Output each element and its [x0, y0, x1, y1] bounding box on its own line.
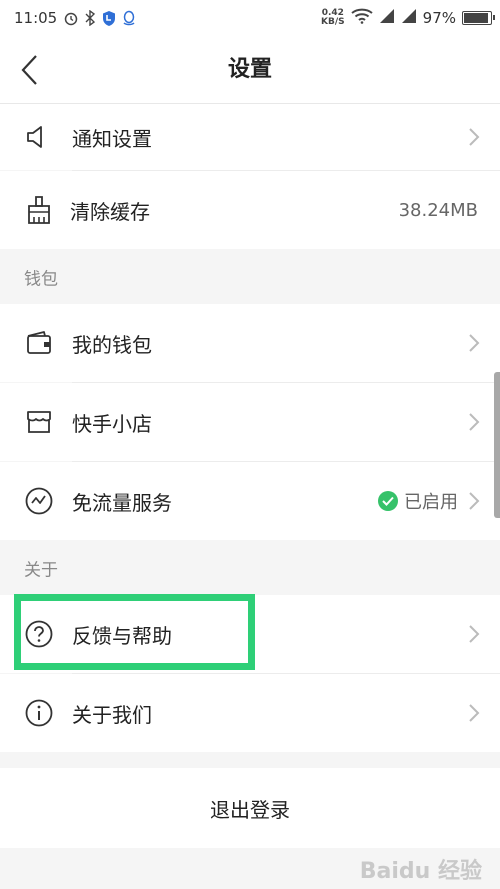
status-time: 11:05	[14, 9, 58, 27]
highlight-box	[14, 594, 255, 670]
chevron-right-icon	[469, 334, 480, 352]
network-speed-unit: KB/S	[321, 17, 345, 27]
watermark: Baidu 经验	[359, 859, 482, 884]
shop-icon	[24, 407, 54, 437]
broom-icon	[24, 195, 54, 225]
network-speed: 0.42 KB/S	[321, 9, 345, 27]
speaker-icon	[24, 122, 54, 152]
settings-item-label: 通知设置	[72, 126, 152, 151]
battery-icon	[462, 11, 495, 25]
settings-item-about-us[interactable]: 关于我们	[0, 674, 500, 752]
settings-item-label: 免流量服务	[72, 490, 172, 515]
wallet-icon	[24, 328, 54, 358]
signal-4g-icon	[401, 8, 417, 28]
bluetooth-icon	[84, 10, 96, 26]
alarm-icon	[63, 10, 79, 26]
settings-item-clear-cache[interactable]: 清除缓存 38.24MB	[0, 171, 500, 249]
shield-icon	[101, 10, 117, 27]
page-title: 设置	[227, 57, 272, 82]
battery-percent: 97%	[422, 9, 456, 27]
qq-icon	[122, 10, 136, 26]
cache-size: 38.24MB	[398, 199, 478, 221]
settings-item-my-wallet[interactable]: 我的钱包	[0, 304, 500, 382]
settings-item-free-data[interactable]: 免流量服务 已启用	[0, 462, 500, 540]
check-icon	[378, 491, 398, 511]
wifi-icon	[351, 8, 373, 28]
chevron-right-icon	[469, 625, 480, 643]
section-header-label: 关于	[24, 560, 58, 580]
settings-item-label: 快手小店	[72, 411, 152, 436]
settings-item-label: 我的钱包	[72, 332, 152, 357]
enabled-status-label: 已启用	[404, 492, 458, 513]
logout-button[interactable]: 退出登录	[0, 768, 500, 848]
nav-bar: 设置	[0, 36, 500, 104]
signal-icon-1	[379, 8, 395, 28]
info-icon	[24, 698, 54, 728]
enabled-status: 已启用	[378, 488, 458, 514]
battery-fill	[464, 13, 488, 23]
section-header-about: 关于	[0, 540, 500, 595]
chevron-right-icon	[469, 413, 480, 431]
chevron-right-icon	[469, 704, 480, 722]
data-service-icon	[24, 486, 54, 516]
section-header-label: 钱包	[24, 269, 58, 289]
settings-item-notify[interactable]: 通知设置	[0, 104, 500, 170]
scrollbar-thumb[interactable]	[494, 372, 500, 518]
section-header-wallet: 钱包	[0, 249, 500, 304]
status-bar: 11:05 0.42 KB/S 97%	[0, 0, 500, 36]
settings-item-label: 关于我们	[72, 702, 152, 727]
chevron-right-icon	[469, 128, 480, 146]
chevron-right-icon	[469, 492, 480, 510]
settings-item-kwai-shop[interactable]: 快手小店	[0, 383, 500, 461]
settings-item-label: 清除缓存	[70, 199, 150, 224]
